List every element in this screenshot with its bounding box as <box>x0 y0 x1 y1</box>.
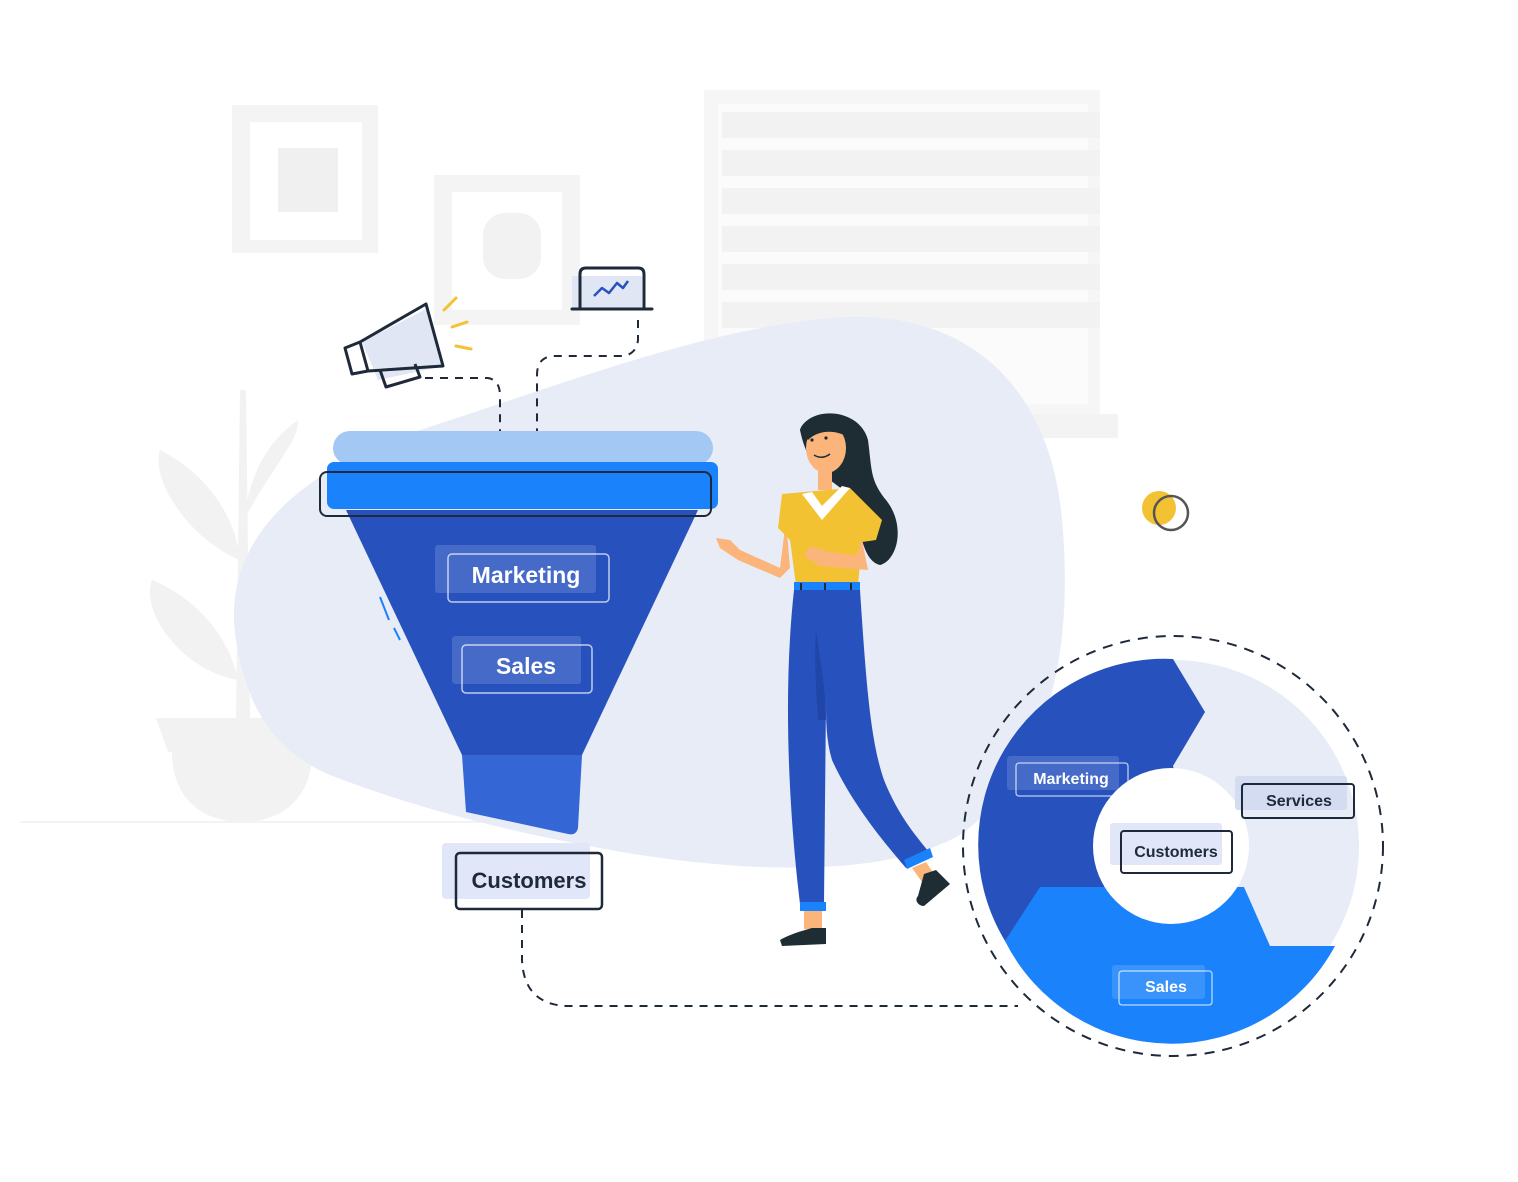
funnel-rim-front <box>327 462 718 509</box>
cycle-segment-label: Marketing <box>1033 771 1109 788</box>
funnel-stage-label: Sales <box>496 653 556 679</box>
decor-circles <box>1142 491 1190 532</box>
cycle-segment-label: Sales <box>1145 979 1187 996</box>
cycle-segment-label: Services <box>1266 793 1332 810</box>
cycle-label-sales[interactable]: Sales <box>1112 965 1213 1006</box>
funnel-rim-back <box>333 431 713 465</box>
output-label: Customers <box>472 868 587 893</box>
funnel-stage-label: Marketing <box>472 562 581 588</box>
cycle-label-marketing[interactable]: Marketing <box>1007 756 1129 797</box>
funnel-output-customers[interactable]: Customers <box>442 843 604 911</box>
illustration-canvas: Marketing Sales Customers Marketing Serv… <box>20 90 1384 1057</box>
laptop-chart-icon <box>570 266 654 311</box>
cycle-center-label: Customers <box>1134 844 1218 861</box>
